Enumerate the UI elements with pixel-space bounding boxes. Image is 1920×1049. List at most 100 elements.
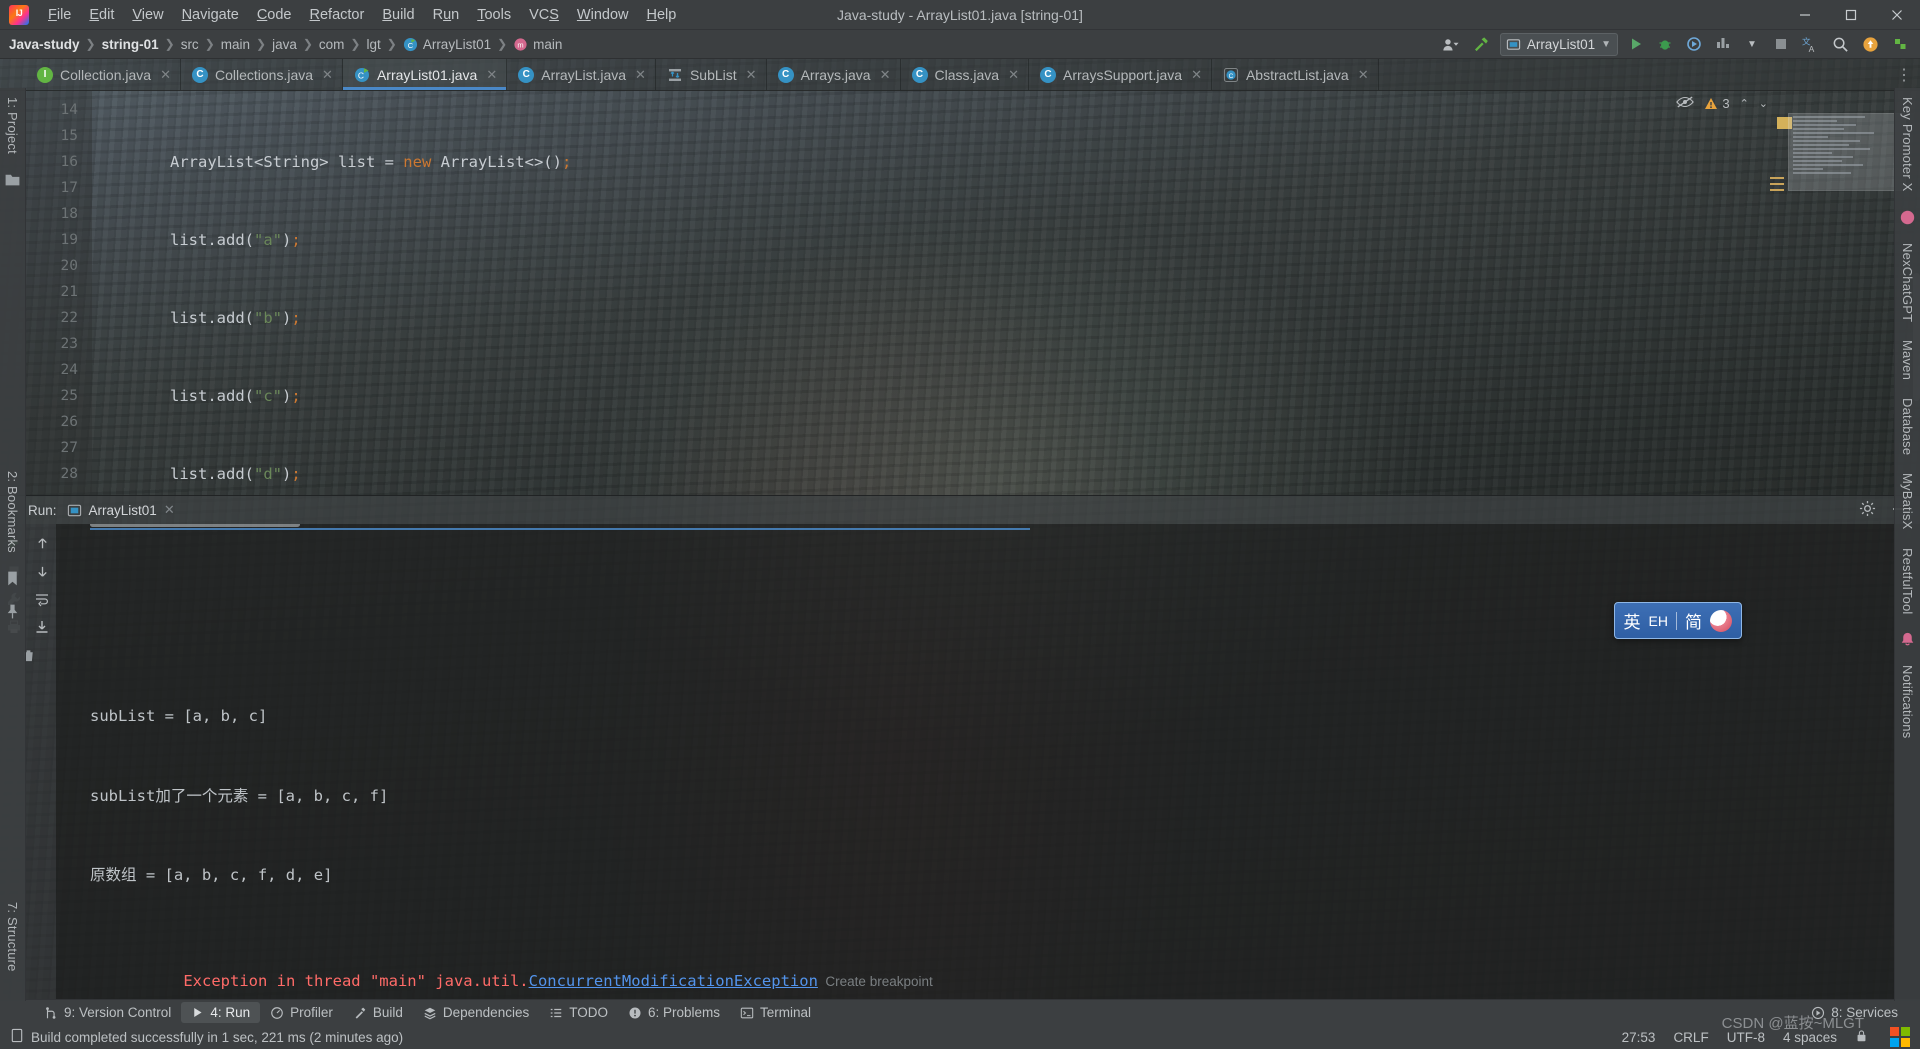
toolwindow-build[interactable]: Build (343, 1002, 413, 1023)
scroll-down-icon[interactable] (29, 558, 55, 584)
menu-navigate[interactable]: Navigate (173, 3, 248, 27)
file-encoding[interactable]: UTF-8 (1727, 1030, 1765, 1045)
sidebar-item-structure[interactable]: 7: Structure (5, 893, 20, 981)
run-coverage-icon[interactable] (1683, 33, 1705, 55)
close-tab-icon[interactable]: ✕ (486, 67, 497, 83)
read-only-lock-icon[interactable] (1855, 1029, 1868, 1046)
editor-tab-arrayssupport-java[interactable]: C ArraysSupport.java ✕ (1029, 59, 1212, 90)
menu-code[interactable]: Code (248, 3, 301, 27)
chevron-up-icon[interactable]: ⌃ (1740, 97, 1749, 110)
toolwindow-todo[interactable]: TODO (539, 1002, 618, 1023)
editor-tab-collections-java[interactable]: C Collections.java ✕ (181, 59, 343, 90)
editor-tab-arraylist-java[interactable]: C ArrayList.java ✕ (507, 59, 656, 90)
editor-tab-class-java[interactable]: C Class.java ✕ (901, 59, 1029, 90)
menu-refactor[interactable]: Refactor (301, 3, 374, 27)
chevron-down-icon[interactable]: ⌄ (1759, 97, 1768, 110)
translate-icon[interactable]: 文A (1799, 33, 1822, 55)
sidebar-item-notifications[interactable]: Notifications (1900, 656, 1915, 747)
warning-count[interactable]: 3 (1704, 96, 1730, 111)
menu-vcs[interactable]: VCS (520, 3, 568, 27)
ime-language-popup[interactable]: 英 EH 简 (1613, 602, 1742, 639)
sidebar-item-bookmarks[interactable]: 2: Bookmarks (5, 462, 20, 562)
menu-build[interactable]: Build (373, 3, 423, 27)
minimize-icon[interactable] (1782, 0, 1828, 30)
editor-tab-sublist[interactable]: SubList ✕ (656, 59, 767, 90)
ime-alt-mode-label[interactable]: EH (1649, 613, 1668, 629)
editor-tab-collection-java[interactable]: I Collection.java ✕ (26, 59, 181, 90)
menu-window[interactable]: Window (568, 3, 638, 27)
maximize-icon[interactable] (1828, 0, 1874, 30)
sidebar-item-key-promoter-x[interactable]: Key Promoter X (1900, 88, 1915, 201)
toolwindow-profiler[interactable]: Profiler (260, 1002, 343, 1023)
toolwindow-run[interactable]: 4: Run (181, 1002, 261, 1023)
sidebar-item-maven[interactable]: Maven (1900, 331, 1915, 389)
chevron-down-icon[interactable]: ▼ (1601, 39, 1611, 50)
sidebar-item-restfultool[interactable]: RestfulTool (1900, 539, 1915, 624)
breadcrumb-item-project[interactable]: Java-study (9, 37, 80, 52)
close-tab-icon[interactable]: ✕ (1358, 67, 1369, 83)
line-separator[interactable]: CRLF (1673, 1030, 1708, 1045)
breadcrumb-item-class[interactable]: C ArrayList01 (403, 37, 491, 52)
run-session-tab[interactable]: ArrayList01 ✕ (67, 502, 175, 518)
toolwindow-dependencies[interactable]: Dependencies (413, 1002, 539, 1023)
plugin-icon[interactable] (1889, 33, 1911, 55)
stop-square-icon[interactable] (1770, 33, 1792, 55)
sidebar-item-mybatisx[interactable]: MyBatisX (1900, 464, 1915, 539)
toolwindow-version-control[interactable]: 9: Version Control (34, 1002, 181, 1023)
source-code[interactable]: ArrayList<String> list = new ArrayList<>… (92, 91, 1920, 495)
menu-file[interactable]: File (39, 3, 80, 27)
close-tab-icon[interactable]: ✕ (160, 67, 171, 83)
close-tab-icon[interactable]: ✕ (635, 67, 646, 83)
run-console-output[interactable]: subList = [a, b, c] subList加了一个元素 = [a, … (56, 524, 1920, 999)
breadcrumb-item-java[interactable]: java (272, 37, 297, 52)
soft-wrap-icon[interactable] (29, 586, 55, 612)
updates-icon[interactable] (1859, 33, 1882, 55)
chatgpt-icon[interactable] (1899, 209, 1916, 226)
editor-minimap[interactable] (1788, 113, 1906, 191)
search-icon[interactable] (1829, 33, 1852, 55)
menu-view[interactable]: View (123, 3, 172, 27)
ime-script-label[interactable]: 简 (1685, 608, 1702, 633)
ime-mode-label[interactable]: 英 (1624, 608, 1641, 633)
breadcrumb-item-method[interactable]: m main (513, 37, 562, 52)
close-tab-icon[interactable]: ✕ (746, 67, 757, 83)
editor-tab-arraylist01-java[interactable]: C ArrayList01.java ✕ (342, 59, 508, 90)
pin-icon[interactable] (4, 603, 21, 620)
tab-overflow-menu[interactable]: ⋮ (1888, 59, 1920, 90)
caret-position[interactable]: 27:53 (1622, 1030, 1656, 1045)
run-configuration-selector[interactable]: ArrayList01 ▼ (1499, 32, 1618, 56)
eye-crossed-icon[interactable] (1676, 95, 1695, 112)
indent-setting[interactable]: 4 spaces (1783, 1030, 1837, 1045)
code-editor-area[interactable]: 14 15 16 17 18 19 20 21 22 23 24 25 26 2… (0, 91, 1920, 495)
menu-help[interactable]: Help (637, 3, 685, 27)
breadcrumb-item-main[interactable]: main (221, 37, 250, 52)
sidebar-item-project[interactable]: 1: Project (5, 88, 20, 163)
console-horizontal-scrollbar[interactable] (90, 524, 300, 527)
breadcrumb-item-com[interactable]: com (319, 37, 345, 52)
editor-tab-abstractlist-java[interactable]: C AbstractList.java ✕ (1212, 59, 1379, 90)
menu-run[interactable]: Run (424, 3, 469, 27)
profiler-icon[interactable] (1712, 33, 1734, 55)
notifications-bell-icon[interactable] (1899, 631, 1916, 648)
chevron-down-icon[interactable]: ▼ (1741, 33, 1763, 55)
breadcrumb-item-lgt[interactable]: lgt (366, 37, 380, 52)
close-tab-icon[interactable]: ✕ (880, 67, 891, 83)
sidebar-item-nexchatgpt[interactable]: NexChatGPT (1900, 234, 1915, 331)
close-run-tab-icon[interactable]: ✕ (164, 502, 175, 518)
scroll-up-icon[interactable] (29, 530, 55, 556)
toolwindow-problems[interactable]: 6: Problems (618, 1002, 730, 1023)
breadcrumb-item-module[interactable]: string-01 (102, 37, 159, 52)
build-hammer-icon[interactable] (1469, 33, 1493, 55)
debug-bug-icon[interactable] (1654, 33, 1676, 55)
close-tab-icon[interactable]: ✕ (1191, 67, 1202, 83)
editor-tab-arrays-java[interactable]: C Arrays.java ✕ (767, 59, 901, 90)
menu-edit[interactable]: Edit (80, 3, 123, 27)
run-play-icon[interactable] (1625, 33, 1647, 55)
menu-tools[interactable]: Tools (468, 3, 520, 27)
close-icon[interactable] (1874, 0, 1920, 30)
exception-link[interactable]: ConcurrentModificationException (529, 972, 818, 990)
gear-icon[interactable] (1859, 500, 1876, 520)
close-tab-icon[interactable]: ✕ (322, 67, 333, 83)
toolwindow-terminal[interactable]: Terminal (730, 1002, 821, 1023)
close-tab-icon[interactable]: ✕ (1008, 67, 1019, 83)
